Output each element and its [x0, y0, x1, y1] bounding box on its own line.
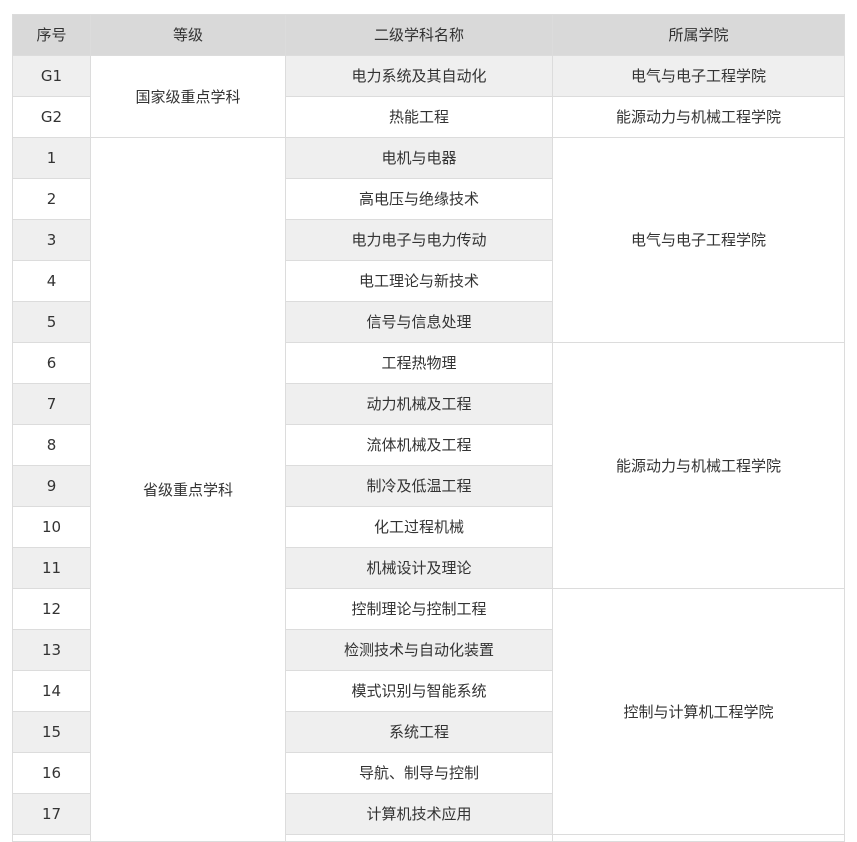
table-row: G1 国家级重点学科 电力系统及其自动化 电气与电子工程学院	[12, 55, 845, 138]
subject-name-partial	[285, 834, 553, 842]
subject-name: 电力电子与电力传动	[285, 219, 553, 261]
level-national: 国家级重点学科	[90, 55, 286, 138]
subject-name: 导航、制导与控制	[285, 752, 553, 794]
college-name: 能源动力与机械工程学院	[552, 342, 845, 589]
row-number: 16	[12, 752, 91, 794]
subject-name: 信号与信息处理	[285, 301, 553, 343]
row-number: 6	[12, 342, 91, 384]
subject-name: 热能工程	[285, 96, 553, 138]
row-number: 14	[12, 670, 91, 712]
college-name: 电气与电子工程学院	[552, 55, 845, 97]
row-number: 7	[12, 383, 91, 425]
level-provincial: 省级重点学科	[90, 137, 286, 842]
college-name: 能源动力与机械工程学院	[552, 96, 845, 138]
discipline-table: 序号 等级 二级学科名称 所属学院 G1 国家级重点学科 电力系统及其自动化 电…	[12, 14, 845, 842]
row-number: 10	[12, 506, 91, 548]
row-number: G2	[12, 96, 91, 138]
subject-name: 高电压与绝缘技术	[285, 178, 553, 220]
college-name: 电气与电子工程学院	[552, 137, 845, 343]
subject-name: 检测技术与自动化装置	[285, 629, 553, 671]
row-number: 17	[12, 793, 91, 835]
row-number: 5	[12, 301, 91, 343]
row-number: G1	[12, 55, 91, 97]
row-number: 2	[12, 178, 91, 220]
college-name: 控制与计算机工程学院	[552, 588, 845, 835]
row-number: 15	[12, 711, 91, 753]
discipline-table-container: 序号 等级 二级学科名称 所属学院 G1 国家级重点学科 电力系统及其自动化 电…	[12, 14, 845, 842]
subject-name: 流体机械及工程	[285, 424, 553, 466]
college-name-partial	[552, 834, 845, 842]
row-number-partial	[12, 834, 91, 842]
row-number: 1	[12, 137, 91, 179]
row-number: 11	[12, 547, 91, 589]
subject-name: 化工过程机械	[285, 506, 553, 548]
row-number: 3	[12, 219, 91, 261]
header-number: 序号	[12, 14, 91, 56]
subject-name: 制冷及低温工程	[285, 465, 553, 507]
subject-name: 模式识别与智能系统	[285, 670, 553, 712]
header-level: 等级	[90, 14, 286, 56]
subject-name: 动力机械及工程	[285, 383, 553, 425]
subject-name: 电力系统及其自动化	[285, 55, 553, 97]
row-number: 13	[12, 629, 91, 671]
table-row: 1 省级重点学科 电机与电器 电气与电子工程学院	[12, 137, 845, 842]
table-header-row: 序号 等级 二级学科名称 所属学院	[12, 14, 845, 56]
header-subject-name: 二级学科名称	[285, 14, 553, 56]
row-number: 9	[12, 465, 91, 507]
subject-name: 计算机技术应用	[285, 793, 553, 835]
header-college: 所属学院	[552, 14, 845, 56]
subject-name: 系统工程	[285, 711, 553, 753]
row-number: 8	[12, 424, 91, 466]
row-number: 4	[12, 260, 91, 302]
subject-name: 控制理论与控制工程	[285, 588, 553, 630]
subject-name: 电工理论与新技术	[285, 260, 553, 302]
subject-name: 工程热物理	[285, 342, 553, 384]
row-number: 12	[12, 588, 91, 630]
subject-name: 机械设计及理论	[285, 547, 553, 589]
subject-name: 电机与电器	[285, 137, 553, 179]
